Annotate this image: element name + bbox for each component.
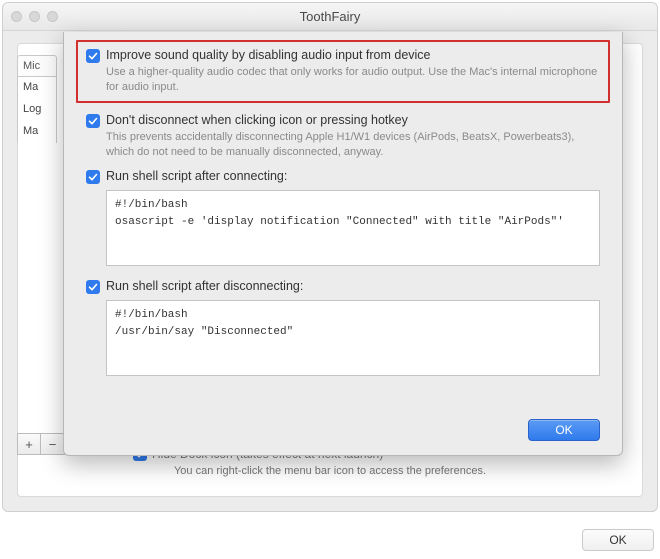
device-list-header: Mic <box>17 55 57 77</box>
dont-disconnect-desc: This prevents accidentally disconnecting… <box>106 130 600 160</box>
opt-script-disconnect: Run shell script after disconnecting: <box>86 279 600 379</box>
script-connect-label: Run shell script after connecting: <box>106 169 287 183</box>
hint-text: You can right-click the menu bar icon to… <box>3 465 657 477</box>
sound-quality-checkbox[interactable] <box>86 49 100 63</box>
script-connect-checkbox[interactable] <box>86 170 100 184</box>
script-disconnect-label: Run shell script after disconnecting: <box>106 279 303 293</box>
preferences-window: ToothFairy Mic Ma Log Ma + − Hide Dock i… <box>2 2 658 512</box>
titlebar: ToothFairy <box>3 3 657 31</box>
close-icon[interactable] <box>11 11 22 22</box>
zoom-icon[interactable] <box>47 11 58 22</box>
opt-dont-disconnect: Don't disconnect when clicking icon or p… <box>86 113 600 160</box>
traffic-lights <box>11 11 58 22</box>
advanced-sheet: Improve sound quality by disabling audio… <box>63 32 623 456</box>
script-connect-textarea[interactable] <box>106 190 600 266</box>
device-list: Mic Ma Log Ma <box>17 55 57 143</box>
minimize-icon[interactable] <box>29 11 40 22</box>
add-button[interactable]: + <box>17 433 41 455</box>
opt-script-connect: Run shell script after connecting: <box>86 169 600 269</box>
window-title: ToothFairy <box>3 9 657 24</box>
script-disconnect-textarea[interactable] <box>106 300 600 376</box>
device-row[interactable]: Log <box>17 99 57 121</box>
remove-button[interactable]: − <box>41 433 65 455</box>
sheet-ok-button[interactable]: OK <box>528 419 600 441</box>
opt-sound-quality: Improve sound quality by disabling audio… <box>76 40 610 103</box>
device-row[interactable]: Ma <box>17 121 57 143</box>
add-remove-controls: + − <box>17 433 65 455</box>
script-disconnect-checkbox[interactable] <box>86 280 100 294</box>
device-row[interactable]: Ma <box>17 77 57 99</box>
main-ok-button[interactable]: OK <box>582 529 654 551</box>
dont-disconnect-label: Don't disconnect when clicking icon or p… <box>106 113 408 127</box>
sound-quality-desc: Use a higher-quality audio codec that on… <box>106 65 600 95</box>
sound-quality-label: Improve sound quality by disabling audio… <box>106 48 431 62</box>
dont-disconnect-checkbox[interactable] <box>86 114 100 128</box>
